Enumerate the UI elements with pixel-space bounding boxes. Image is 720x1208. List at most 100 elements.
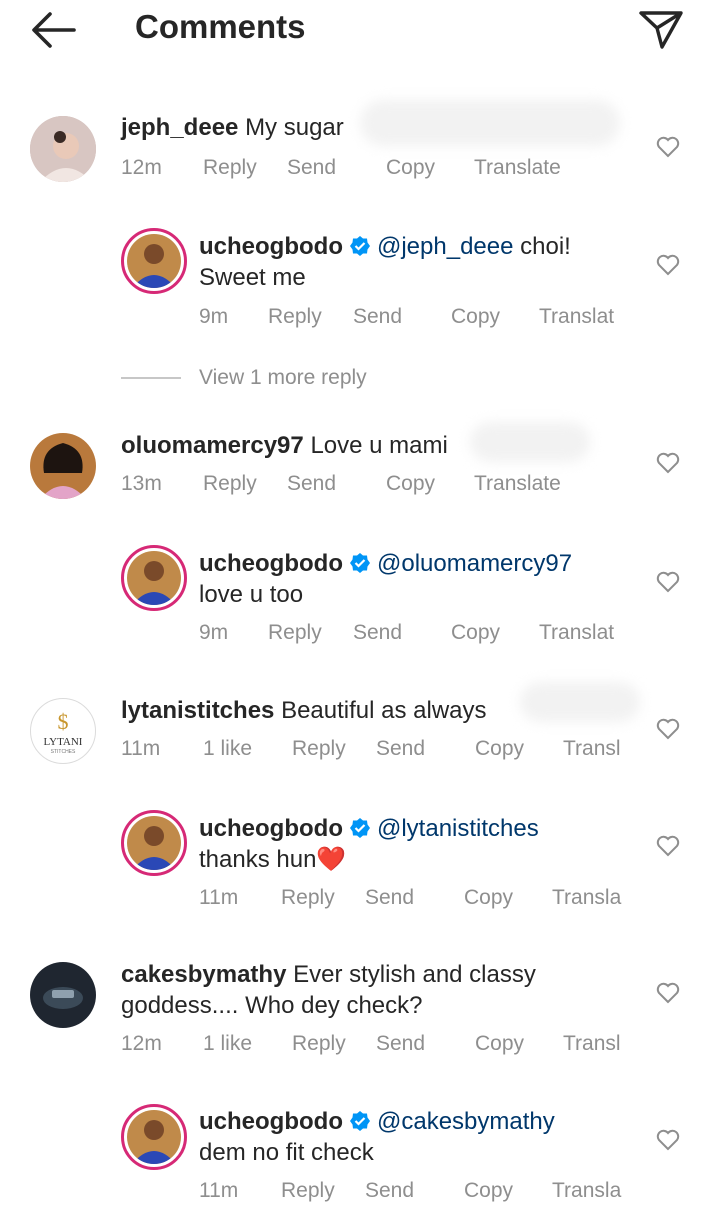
divider — [121, 377, 181, 380]
username[interactable]: ucheogbodo — [199, 1108, 343, 1135]
blurred-area — [520, 682, 640, 722]
send-button[interactable]: Send — [353, 621, 402, 645]
username[interactable]: cakesbymathy — [121, 961, 286, 988]
comment-body: My sugar — [245, 114, 344, 141]
timestamp: 12m — [121, 156, 162, 179]
like-count[interactable]: 1 like — [203, 737, 252, 761]
comment-body: Love u mami — [310, 432, 448, 459]
comment-body: choi! — [520, 233, 571, 260]
send-button[interactable]: Send — [287, 472, 336, 496]
avatar[interactable]: $ LYTANI STITCHES — [30, 698, 96, 764]
reply-button[interactable]: Reply — [292, 1032, 346, 1056]
reply-button[interactable]: Reply — [281, 886, 335, 910]
translate-button[interactable]: Translate — [474, 156, 561, 180]
header-bar: Comments — [0, 0, 720, 60]
reply-button[interactable]: Reply — [203, 472, 257, 496]
comment-text: jeph_deee My sugar — [121, 112, 344, 143]
mention-link[interactable]: @oluomamercy97 — [377, 550, 572, 577]
avatar[interactable] — [30, 116, 96, 182]
comment-body: Ever stylish and classy — [293, 961, 536, 988]
avatar[interactable] — [30, 962, 96, 1028]
avatar[interactable] — [121, 545, 187, 611]
copy-button[interactable]: Copy — [464, 886, 513, 910]
like-count[interactable]: 1 like — [203, 1032, 252, 1056]
reply-button[interactable]: Reply — [292, 737, 346, 761]
page-title: Comments — [135, 8, 306, 45]
copy-button[interactable]: Copy — [386, 156, 435, 180]
comment-text: ucheogbodo @jeph_deee choi! — [199, 231, 571, 262]
mention-link[interactable]: @jeph_deee — [377, 233, 513, 260]
translate-button[interactable]: Translat — [539, 621, 614, 645]
reply-button[interactable]: Reply — [281, 1179, 335, 1203]
avatar[interactable] — [121, 810, 187, 876]
timestamp: 11m — [199, 1179, 239, 1202]
svg-text:LYTANI: LYTANI — [44, 736, 83, 748]
copy-button[interactable]: Copy — [451, 621, 500, 645]
heart-icon[interactable] — [656, 835, 680, 857]
svg-text:STITCHES: STITCHES — [51, 749, 76, 755]
back-arrow-icon[interactable] — [30, 10, 76, 50]
send-button[interactable]: Send — [376, 737, 425, 761]
avatar[interactable] — [121, 228, 187, 294]
heart-icon[interactable] — [656, 254, 680, 276]
timestamp: 11m — [121, 737, 161, 760]
copy-button[interactable]: Copy — [475, 1032, 524, 1056]
send-button[interactable]: Send — [353, 305, 402, 329]
mention-link[interactable]: @lytanistitches — [377, 815, 539, 842]
heart-icon[interactable] — [656, 452, 680, 474]
send-button[interactable]: Send — [376, 1032, 425, 1056]
username[interactable]: ucheogbodo — [199, 550, 343, 577]
translate-button[interactable]: Transla — [552, 1179, 621, 1203]
comment-text: cakesbymathy Ever stylish and classy — [121, 959, 536, 990]
comment-text: ucheogbodo @cakesbymathy — [199, 1106, 555, 1137]
copy-button[interactable]: Copy — [451, 305, 500, 329]
blurred-area — [470, 422, 590, 462]
translate-button[interactable]: Transl — [563, 1032, 621, 1056]
comment-text: oluomamercy97 Love u mami — [121, 430, 448, 461]
timestamp: 11m — [199, 886, 239, 909]
username[interactable]: ucheogbodo — [199, 815, 343, 842]
direct-send-icon[interactable] — [638, 8, 684, 50]
comment-body-line2: Sweet me — [199, 264, 306, 291]
reply-button[interactable]: Reply — [268, 305, 322, 329]
send-button[interactable]: Send — [365, 1179, 414, 1203]
svg-text:$: $ — [58, 709, 69, 734]
heart-icon[interactable] — [656, 136, 680, 158]
heart-icon[interactable] — [656, 571, 680, 593]
username[interactable]: ucheogbodo — [199, 233, 343, 260]
comment-text: ucheogbodo @oluomamercy97 — [199, 548, 572, 579]
reply-button[interactable]: Reply — [268, 621, 322, 645]
lytani-logo: $ LYTANI STITCHES — [44, 709, 83, 755]
comment-body-line2: love u too — [199, 581, 304, 608]
timestamp: 9m — [199, 621, 229, 644]
comment-text: lytanistitches Beautiful as always — [121, 695, 487, 726]
send-button[interactable]: Send — [287, 156, 336, 180]
verified-badge-icon — [349, 553, 370, 573]
reply-button[interactable]: Reply — [203, 156, 257, 180]
verified-badge-icon — [349, 236, 370, 256]
comment-body-line2: dem no fit check — [199, 1139, 374, 1166]
timestamp: 9m — [199, 305, 229, 328]
username[interactable]: jeph_deee — [121, 114, 238, 141]
send-button[interactable]: Send — [365, 886, 414, 910]
heart-icon[interactable] — [656, 718, 680, 740]
comment-text: ucheogbodo @lytanistitches — [199, 813, 539, 844]
heart-icon[interactable] — [656, 1129, 680, 1151]
translate-button[interactable]: Transla — [552, 886, 621, 910]
mention-link[interactable]: @cakesbymathy — [377, 1108, 555, 1135]
copy-button[interactable]: Copy — [386, 472, 435, 496]
username[interactable]: lytanistitches — [121, 697, 274, 724]
avatar[interactable] — [30, 433, 96, 499]
view-more-replies-button[interactable]: View 1 more reply — [121, 366, 367, 390]
copy-button[interactable]: Copy — [475, 737, 524, 761]
verified-badge-icon — [349, 1111, 370, 1131]
comment-body: Beautiful as always — [281, 697, 487, 724]
translate-button[interactable]: Translate — [474, 472, 561, 496]
timestamp: 12m — [121, 1032, 162, 1055]
translate-button[interactable]: Translat — [539, 305, 614, 329]
copy-button[interactable]: Copy — [464, 1179, 513, 1203]
avatar[interactable] — [121, 1104, 187, 1170]
heart-icon[interactable] — [656, 982, 680, 1004]
username[interactable]: oluomamercy97 — [121, 432, 304, 459]
translate-button[interactable]: Transl — [563, 737, 621, 761]
